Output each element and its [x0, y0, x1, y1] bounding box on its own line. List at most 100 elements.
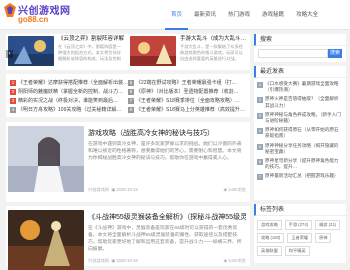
rank-badge: 4	[10, 106, 16, 113]
site-logo[interactable]: 兴创游戏网 go88.cn	[4, 2, 82, 28]
list-item-text: 《王者荣耀》S18赛季排位（全面攻略攻略）…	[136, 98, 240, 104]
article-date: 2025-10-16	[116, 258, 138, 263]
rank-badge: 6	[128, 88, 134, 95]
tag-link[interactable]: 端游 (21)	[315, 220, 341, 230]
list-item-text: 《明日方舟攻略》109关攻略（过关秘籍详解…	[18, 107, 122, 113]
banner-card[interactable]: 《云顶之弈》割裂阵容详解 在《云顶之弈》中，割裂阵容是一种强大的组合方式，本文将…	[6, 34, 126, 70]
list-item-text: 《王者荣耀》S18赛马上分英雄推荐（高效提升…	[136, 107, 245, 113]
rank-badge: 2	[10, 88, 16, 95]
rank-badge: 4	[257, 128, 263, 135]
banner-card[interactable]: 手游大乱斗（成为大乱斗… 手游大乱斗，是一款集结了众多经典游戏角色的格斗游戏，玩…	[128, 34, 248, 70]
nav-hot-games[interactable]: 热门游戏	[222, 0, 256, 30]
nav-home[interactable]: 首页	[165, 0, 189, 30]
tag-link[interactable]: 和平精英	[284, 246, 310, 256]
rank-badge: 1	[10, 79, 16, 86]
rank-badge: 7	[257, 174, 263, 181]
widget-heading: 搜索	[254, 34, 346, 46]
top-navbar: 兴创游戏网 go88.cn 首页 最新资讯 热门游戏 游戏秘籍 攻略大全	[0, 0, 350, 30]
list-item-text: 原神火神是否值得抽取？（全面解析其战斗力）	[265, 96, 339, 108]
main-nav: 首页 最新资讯 热门游戏 游戏秘籍 攻略大全	[165, 0, 324, 30]
article-thumb-image	[8, 210, 84, 270]
rank-badge: 8	[128, 106, 134, 113]
tag-link[interactable]: 攻略 (150)	[257, 233, 285, 243]
list-item[interactable]: 1 《口水感受大赛》暑期游戏全面攻略（引爆热潮）	[257, 81, 343, 93]
rank-badge: 3	[10, 97, 16, 104]
banner-title: 《云顶之弈》割裂阵容详解	[58, 36, 124, 42]
banner-slider: 《云顶之弈》割裂阵容详解 在《云顶之弈》中，割裂阵容是一种强大的组合方式，本文将…	[6, 34, 250, 70]
list-item-text: 《王者荣耀》达摩获得搭配推荐（全面解析出装…	[18, 80, 128, 86]
list-item[interactable]: 2 原神火神是否值得抽取？（全面解析其战斗力）	[257, 96, 343, 108]
article-views: 1440浏览	[228, 258, 246, 263]
tag-link[interactable]: 王者荣耀	[287, 233, 313, 243]
widget-heading: 标签列表	[254, 204, 346, 216]
article-author: 兴创游戏网	[88, 187, 109, 192]
article-card[interactable]: 《斗战神55级灵猴装备全解析》（探秘斗战神55级灵… 在《斗战神》游戏中，灵猴装…	[6, 206, 250, 270]
list-item[interactable]: 5 《22端在野试攻略》王者荣耀最强卡组（打…	[128, 78, 246, 87]
list-item[interactable]: 6 《原神》（对比版本）圣遗物配置推荐（收割…	[128, 87, 246, 96]
article-excerpt: 在《斗战神》游戏中，灵猴装备是玩家在55级时可以获得的一套优秀装备。本文将全面解…	[88, 226, 242, 252]
banner-desc: 在《云顶之弈》中，割裂阵容是一种强大的组合方式，本文将为你详细解析该阵容的构成、…	[58, 44, 121, 61]
list-item[interactable]: 8 《王者荣耀》S18赛马上分英雄推荐（高效提升…	[128, 105, 246, 114]
article-thumb-image	[8, 126, 84, 192]
list-item[interactable]: 5 原神神秘分享任务攻略（揭开隐藏的秘密宝藏）	[257, 143, 343, 155]
article-title[interactable]: 游戏攻略（战胜高冷女神的秘诀与技巧）	[88, 128, 246, 138]
list-item[interactable]: 3 原神神秘与角色养成攻略，（新手入门与进阶秘籍）	[257, 112, 343, 124]
calendar-icon: ▣	[111, 258, 116, 263]
nav-news[interactable]: 最新资讯	[188, 0, 222, 30]
nav-cheats[interactable]: 游戏秘籍	[256, 0, 290, 30]
list-item[interactable]: 7 《王者荣耀》S18赛季排位（全面攻略攻略）…	[128, 96, 246, 105]
list-item[interactable]: 7 原神最新活动汇总（把握游戏乐趣）	[257, 173, 343, 185]
banner-thumb-image	[130, 36, 176, 66]
article-title[interactable]: 《斗战神55级灵猴装备全解析》（探秘斗战神55级灵…	[88, 212, 246, 222]
logo-domain: go88.cn	[18, 15, 49, 24]
list-item[interactable]: 1 《王者荣耀》达摩获得搭配推荐（全面解析出装…	[10, 78, 128, 87]
article-views: 1440浏览	[228, 187, 246, 192]
rank-badge: 2	[257, 97, 263, 104]
rank-badge: 7	[128, 97, 134, 104]
tag-link[interactable]: 游戏攻略	[257, 220, 282, 230]
article-meta: 兴创游戏网 ▣ 2025-10-16 ◉ 1440浏览	[88, 187, 246, 193]
tag-link[interactable]: 手游 (274)	[284, 220, 313, 230]
list-item-text: 《原神》（对比版本）圣遗物配置推荐（收割…	[136, 89, 239, 95]
list-item-text: 《口水感受大赛》暑期游戏全面攻略（引爆热潮）	[265, 81, 339, 93]
rank-badge: 5	[128, 79, 134, 86]
banner-thumb-image	[8, 36, 54, 66]
calendar-icon: ▣	[111, 187, 116, 192]
list-item[interactable]: 2 阴阳师的魅魔妖精（掌握全新的控制、战斗力…	[10, 87, 128, 96]
article-author: 兴创游戏网	[88, 258, 109, 263]
article-meta: 兴创游戏网 ▣ 2025-10-16 ◉ 1440浏览	[88, 258, 246, 264]
recent-posts-widget: 最近发表 1 《口水感受大赛》暑期游戏全面攻略（引爆热潮） 2 原神火神是否值得抽取…	[254, 66, 346, 200]
eye-icon: ◉	[223, 258, 228, 263]
list-item-text: 原神神秘与角色养成攻略，（新手入门与进阶秘籍）	[265, 111, 341, 123]
slider-prev-icon[interactable]: ‹	[6, 50, 13, 58]
list-item-text: 原神如何获得原石（从零开始的原石获取指南）	[265, 127, 339, 139]
article-card[interactable]: 游戏攻略（战胜高冷女神的秘诀与技巧） 在游戏中遇到高冷女神，是许多玩家梦寐以求的…	[6, 122, 250, 202]
list-item-text: 原神神秘分享任务攻略（揭开隐藏的秘密宝藏）	[265, 142, 339, 154]
rank-badge: 3	[257, 112, 263, 119]
list-item-text: 阴阳师的魅魔妖精（掌握全新的控制、战斗力…	[18, 89, 124, 95]
list-item[interactable]: 3 精彩的实况之战（终极对决，谁能笑到最后…	[10, 96, 128, 105]
rank-badge: 1	[257, 82, 263, 88]
hot-list: 1 《王者荣耀》达摩获得搭配推荐（全面解析出装… 5 《22端在野试攻略》王者荣耀最…	[6, 74, 250, 117]
rank-badge: 5	[257, 143, 263, 150]
eye-icon: ◉	[223, 187, 228, 192]
list-item[interactable]: 4 原神如何获得原石（从零开始的原石获取指南）	[257, 127, 343, 139]
article-date: 2025-10-16	[116, 187, 138, 192]
list-item-text: 原神星穹新分享（提升原神角色能力的技巧，提升…	[265, 157, 339, 170]
list-item-text: 原神最新活动汇总（把握游戏乐趣）	[265, 173, 339, 179]
banner-title: 手游大乱斗（成为大乱斗…	[180, 36, 246, 42]
widget-heading: 最近发表	[254, 66, 346, 78]
list-item[interactable]: 6 原神星穹新分享（提升原神角色能力的技巧，提升…	[257, 158, 343, 170]
article-excerpt: 在游戏中遇到高冷女神，是许多玩家梦寐以求的挑战。她们以冷傲的外表和难以接近的性格…	[88, 142, 242, 161]
list-item[interactable]: 4 《明日方舟攻略》109关攻略（过关秘籍详解…	[10, 105, 128, 114]
tags-widget: 标签列表 游戏攻略 手游 (274) 端游 (21) 攻略 (150) 王者荣耀…	[254, 204, 346, 263]
list-item-text: 精彩的实况之战（终极对决，谁能笑到最后…	[18, 98, 119, 104]
nav-guides[interactable]: 攻略大全	[290, 0, 324, 30]
search-button[interactable]: 搜索	[328, 49, 342, 58]
tag-cloud: 游戏攻略 手游 (274) 端游 (21) 攻略 (150) 王者荣耀 原神 英…	[254, 216, 346, 256]
tag-link[interactable]: 英雄联盟	[257, 246, 282, 256]
tag-link[interactable]: 原神	[315, 233, 332, 243]
search-widget: 搜索 搜索	[254, 34, 346, 62]
search-input[interactable]	[258, 49, 328, 58]
banner-desc: 手游大乱斗，是一款集结了众多经典游戏角色的格斗游戏，玩家可以自由选择喜爱的英雄进…	[180, 44, 243, 61]
